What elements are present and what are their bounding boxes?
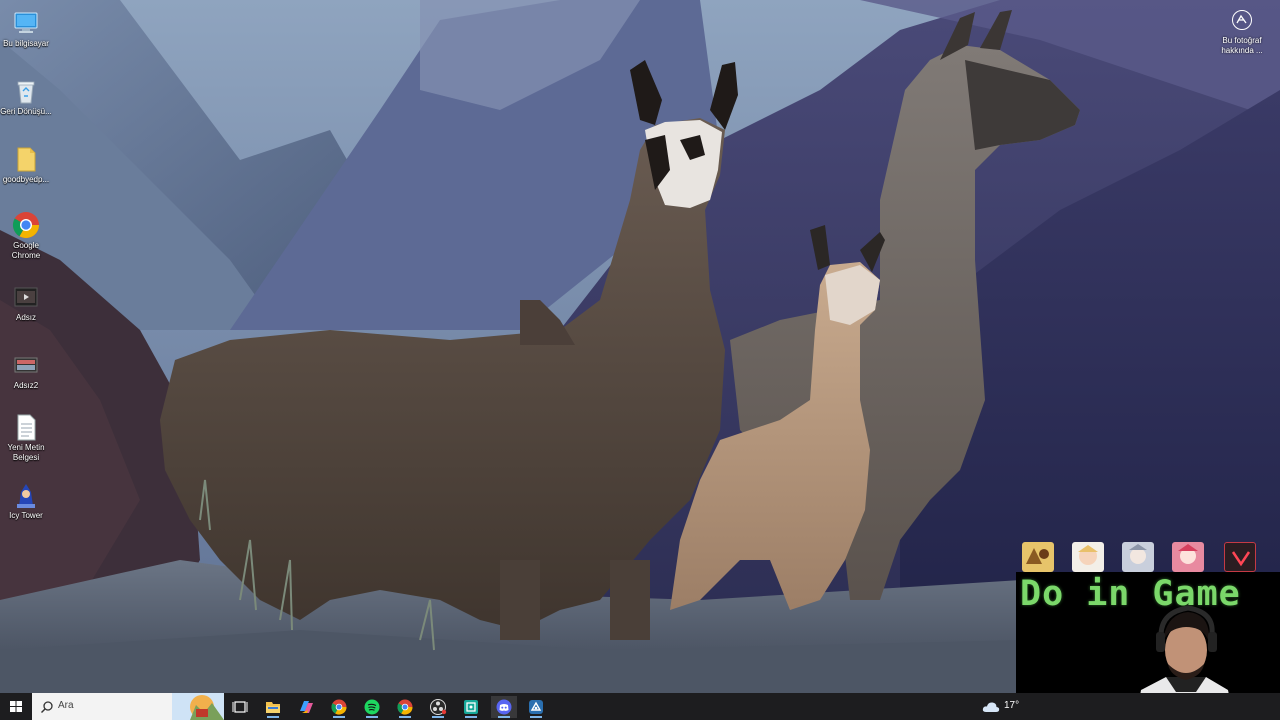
running-indicator <box>399 716 411 718</box>
overlay-game-icons <box>1020 542 1280 572</box>
chrome-icon-2 <box>397 699 413 715</box>
running-indicator <box>432 716 444 718</box>
search-placeholder: Ara <box>58 700 74 711</box>
desktop-icon-label: Icy Tower <box>9 511 43 520</box>
steam-button[interactable] <box>523 696 549 718</box>
app-button[interactable] <box>458 696 484 718</box>
copilot-button[interactable] <box>293 696 319 718</box>
running-indicator <box>530 716 542 718</box>
photo-info-label: Bu fotoğraf hakkında ... <box>1221 36 1263 55</box>
camera-icon <box>1232 10 1252 30</box>
weather-temperature: 17° <box>1004 700 1020 711</box>
video-file-icon <box>11 282 41 312</box>
game-icon-4 <box>1172 542 1204 572</box>
recycle-bin-icon <box>11 76 41 106</box>
task-view-icon <box>232 701 248 713</box>
icy-tower-icon <box>11 480 41 510</box>
running-indicator <box>366 716 378 718</box>
start-button[interactable] <box>0 693 32 720</box>
obs-button[interactable] <box>425 696 451 718</box>
desktop-icon-label: Google Chrome <box>11 241 41 260</box>
spotify-button[interactable] <box>359 696 385 718</box>
search-icon <box>41 701 53 713</box>
game-icon-3 <box>1122 542 1154 572</box>
desktop-icon-label: Adsız <box>15 313 36 322</box>
spotify-icon <box>364 699 380 715</box>
chrome-profile-button[interactable] <box>392 696 418 718</box>
game-icon-1 <box>1022 542 1054 572</box>
chrome-icon <box>331 699 347 715</box>
video-file-icon <box>11 350 41 380</box>
desktop-icon-label: goodbyedp... <box>2 175 50 184</box>
task-view-button[interactable] <box>227 696 253 718</box>
app-icon <box>464 700 478 714</box>
desktop-icon-adsiz2[interactable]: Adsız2 <box>0 348 52 391</box>
chrome-icon <box>11 210 41 240</box>
computer-icon <box>11 8 41 38</box>
taskbar: Ara 17° <box>0 693 1280 720</box>
running-indicator <box>498 716 510 718</box>
desktop-icon-recycle-bin[interactable]: Geri Dönüşü... <box>0 74 52 117</box>
photo-info-widget[interactable]: Bu fotoğraf hakkında ... <box>1214 10 1270 56</box>
running-indicator <box>333 716 345 718</box>
desktop-icon-label: Geri Dönüşü... <box>0 107 52 116</box>
desktop-icon-goodbyedpi[interactable]: goodbyedp... <box>0 142 52 185</box>
folder-icon <box>11 144 41 174</box>
running-indicator <box>465 716 477 718</box>
file-explorer-icon <box>266 702 280 713</box>
cloud-icon <box>982 702 1000 712</box>
taskbar-search-box[interactable]: Ara <box>32 693 224 720</box>
desktop-icon-label: Bu bilgisayar <box>3 39 49 48</box>
file-explorer-button[interactable] <box>260 696 286 718</box>
discord-icon <box>496 699 512 715</box>
desktop-icon-icy-tower[interactable]: Icy Tower <box>0 478 52 521</box>
desktop-icon-google-chrome[interactable]: Google Chrome <box>0 208 52 261</box>
obs-icon <box>430 699 447 715</box>
desktop-icon-label: Yeni Metin Belgesi <box>7 443 45 462</box>
running-indicator <box>267 716 279 718</box>
chrome-taskbar-button[interactable] <box>326 696 352 718</box>
desktop-icon-adsiz[interactable]: Adsız <box>0 280 52 323</box>
copilot-icon <box>300 701 313 713</box>
desktop-icon-label: Adsız2 <box>13 381 39 390</box>
steam-icon <box>529 700 543 714</box>
valorant-icon <box>1224 542 1256 572</box>
text-document-icon <box>11 412 41 442</box>
search-highlight-image <box>172 693 224 720</box>
desktop-icon-new-text-document[interactable]: Yeni Metin Belgesi <box>0 410 52 463</box>
game-icon-2 <box>1072 542 1104 572</box>
desktop-icon-this-pc[interactable]: Bu bilgisayar <box>0 6 52 49</box>
windows-logo-icon <box>10 701 22 712</box>
discord-button[interactable] <box>491 696 517 718</box>
